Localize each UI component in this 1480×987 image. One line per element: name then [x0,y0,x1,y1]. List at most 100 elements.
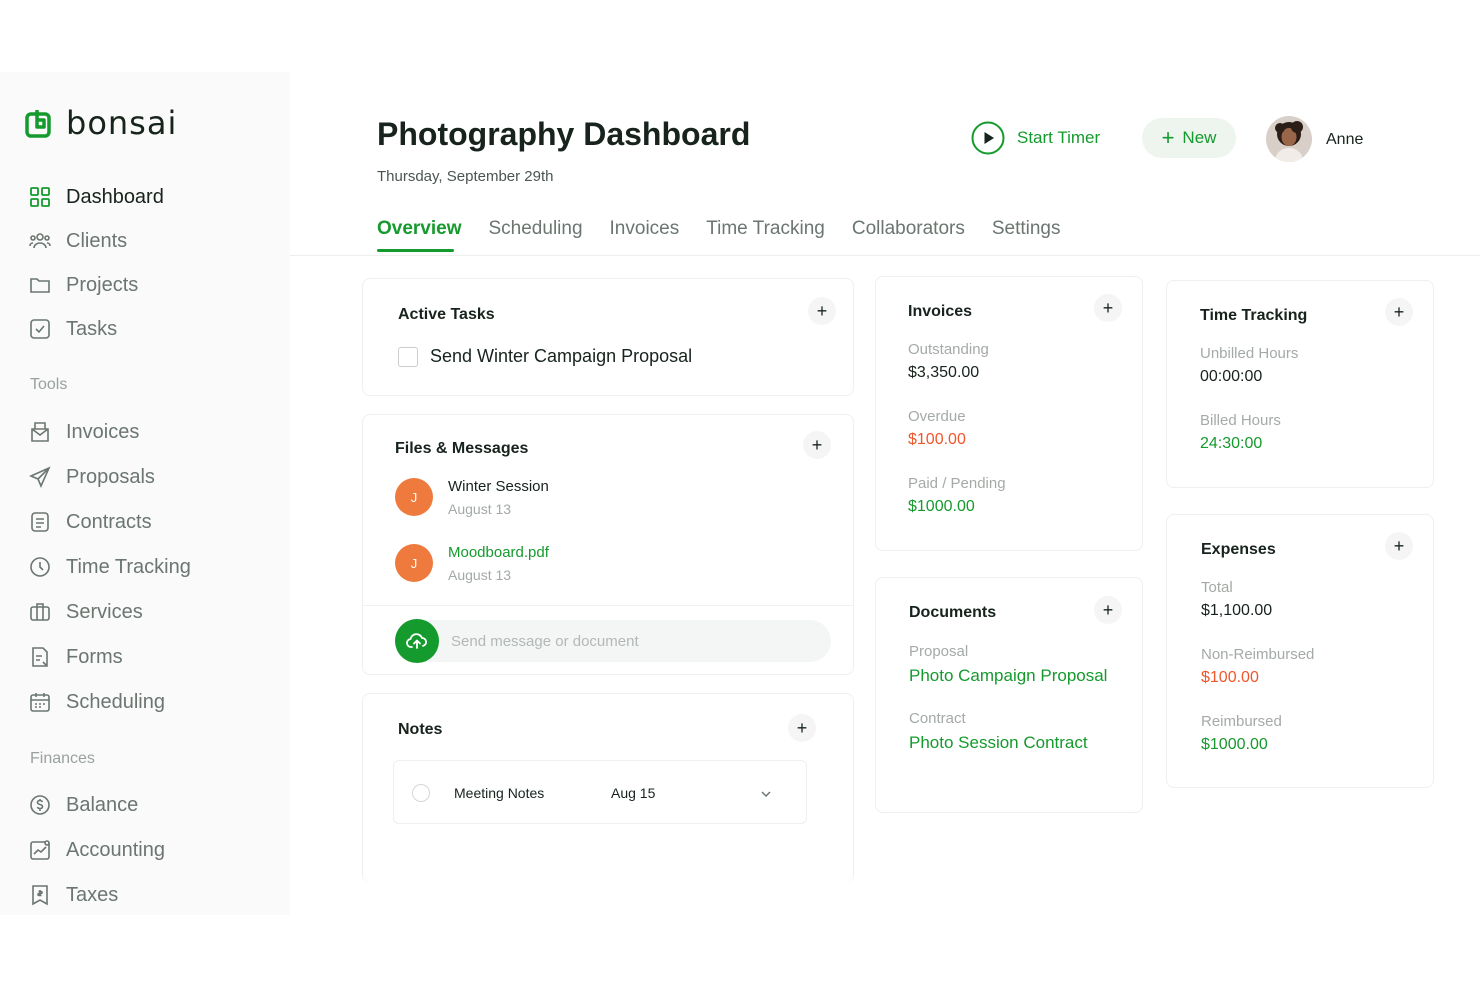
sidebar-item-scheduling[interactable]: Scheduling [28,687,165,717]
sidebar-item-time-tracking[interactable]: Time Tracking [28,552,191,582]
calendar-icon [30,693,50,712]
users-icon [29,233,51,249]
overdue-label: Overdue [908,408,966,425]
add-note-button[interactable]: + [788,714,816,742]
plus-icon: + [1393,301,1405,322]
contract-link[interactable]: Photo Session Contract [909,733,1088,753]
tab-invoices[interactable]: Invoices [610,218,680,252]
start-timer-button[interactable]: Start Timer [971,121,1100,155]
avatar[interactable] [1266,116,1312,162]
reimbursed-value: $1000.00 [1201,736,1268,753]
sidebar-item-label: Services [66,600,143,623]
note-radio[interactable] [412,784,430,802]
sidebar: bonsai Dashboard Clients Projects Tasks … [0,72,290,915]
contract-label: Contract [909,710,966,727]
sidebar-item-label: Scheduling [66,690,165,713]
receipt-icon [32,885,48,906]
task-item[interactable]: Send Winter Campaign Proposal [430,346,692,367]
sidebar-item-label: Invoices [66,420,140,443]
message-title[interactable]: Winter Session [448,478,549,495]
documents-title: Documents [909,604,997,621]
note-row[interactable]: Meeting Notes Aug 15 [393,760,807,824]
folder-icon [30,278,50,293]
sidebar-item-dashboard[interactable]: Dashboard [28,182,164,212]
tab-scheduling[interactable]: Scheduling [489,218,583,252]
expenses-title: Expenses [1201,541,1276,558]
sidebar-item-label: Taxes [66,883,119,906]
document-icon [31,512,49,532]
sidebar-item-balance[interactable]: Balance [28,790,138,820]
sidebar-item-services[interactable]: Services [28,597,143,627]
sidebar-item-label: Forms [66,645,123,668]
plus-icon: + [1161,125,1175,150]
checkbox-icon [30,319,50,339]
unbilled-hours-label: Unbilled Hours [1200,345,1299,362]
outstanding-value: $3,350.00 [908,364,980,381]
message-input[interactable] [401,620,831,662]
reimbursed-label: Reimbursed [1201,713,1282,730]
sidebar-item-accounting[interactable]: Accounting [28,835,165,865]
note-title: Meeting Notes [454,785,545,801]
files-messages-card: Files & Messages + J Winter Session Augu… [362,414,854,675]
non-reimbursed-label: Non-Reimbursed [1201,646,1315,663]
expenses-card: Expenses + Total $1,100.00 Non-Reimburse… [1166,514,1434,788]
tab-settings[interactable]: Settings [992,218,1061,252]
add-invoice-button[interactable]: + [1094,294,1122,322]
start-timer-label: Start Timer [1017,128,1101,147]
total-value: $1,100.00 [1201,602,1273,619]
billed-hours-value: 24:30:00 [1200,435,1263,452]
chevron-down-icon[interactable] [759,787,773,801]
sidebar-item-contracts[interactable]: Contracts [28,507,152,537]
sidebar-item-clients[interactable]: Clients [28,226,127,256]
sidebar-item-invoices[interactable]: Invoices [28,417,139,447]
sidebar-section-finances: Finances [30,750,95,767]
add-file-button[interactable]: + [803,431,831,459]
sidebar-item-forms[interactable]: Forms [28,642,123,672]
new-button[interactable]: + New [1142,118,1236,158]
outstanding-label: Outstanding [908,341,989,358]
tab-collaborators[interactable]: Collaborators [852,218,965,252]
invoices-title: Invoices [908,303,973,320]
time-tracking-card: Time Tracking + Unbilled Hours 00:00:00 … [1166,280,1434,488]
sidebar-item-label: Time Tracking [66,555,191,578]
divider [363,605,853,606]
task-checkbox[interactable] [398,347,418,367]
paid-label: Paid / Pending [908,475,1006,492]
logo-text: bonsai [66,104,178,142]
plus-icon: + [816,300,828,321]
tabs-divider [290,255,1480,256]
sidebar-section-tools: Tools [30,376,68,393]
sidebar-item-proposals[interactable]: Proposals [28,462,155,492]
plus-icon: + [1102,297,1114,318]
form-icon [32,647,48,667]
add-time-button[interactable]: + [1385,298,1413,326]
sidebar-item-tasks[interactable]: Tasks [28,314,117,344]
notes-title: Notes [398,721,443,738]
sidebar-item-taxes[interactable]: Taxes [28,880,118,910]
avatar: J [395,478,433,516]
plus-icon: + [796,717,808,738]
proposal-link[interactable]: Photo Campaign Proposal [909,666,1107,686]
sidebar-item-label: Dashboard [66,185,164,208]
invoices-card: Invoices + Outstanding $3,350.00 Overdue… [875,276,1143,551]
total-label: Total [1201,579,1233,596]
add-task-button[interactable]: + [808,297,836,325]
message-date: August 13 [448,501,512,517]
upload-button[interactable] [395,619,439,663]
tab-time-tracking[interactable]: Time Tracking [706,218,825,252]
logo[interactable]: bonsai [24,104,177,142]
plus-icon: + [1102,599,1114,620]
invoice-icon [31,422,49,442]
sidebar-item-label: Accounting [66,838,165,861]
add-document-button[interactable]: + [1094,596,1122,624]
sidebar-item-projects[interactable]: Projects [28,270,138,300]
page-title: Photography Dashboard [377,116,751,152]
notes-card: Notes + Meeting Notes Aug 15 [362,693,854,883]
active-tasks-title: Active Tasks [398,306,495,323]
dollar-circle-icon [30,795,50,815]
clock-icon [30,557,50,577]
tab-overview[interactable]: Overview [377,218,462,252]
add-expense-button[interactable]: + [1385,532,1413,560]
file-link[interactable]: Moodboard.pdf [448,544,549,561]
unbilled-hours-value: 00:00:00 [1200,368,1263,385]
